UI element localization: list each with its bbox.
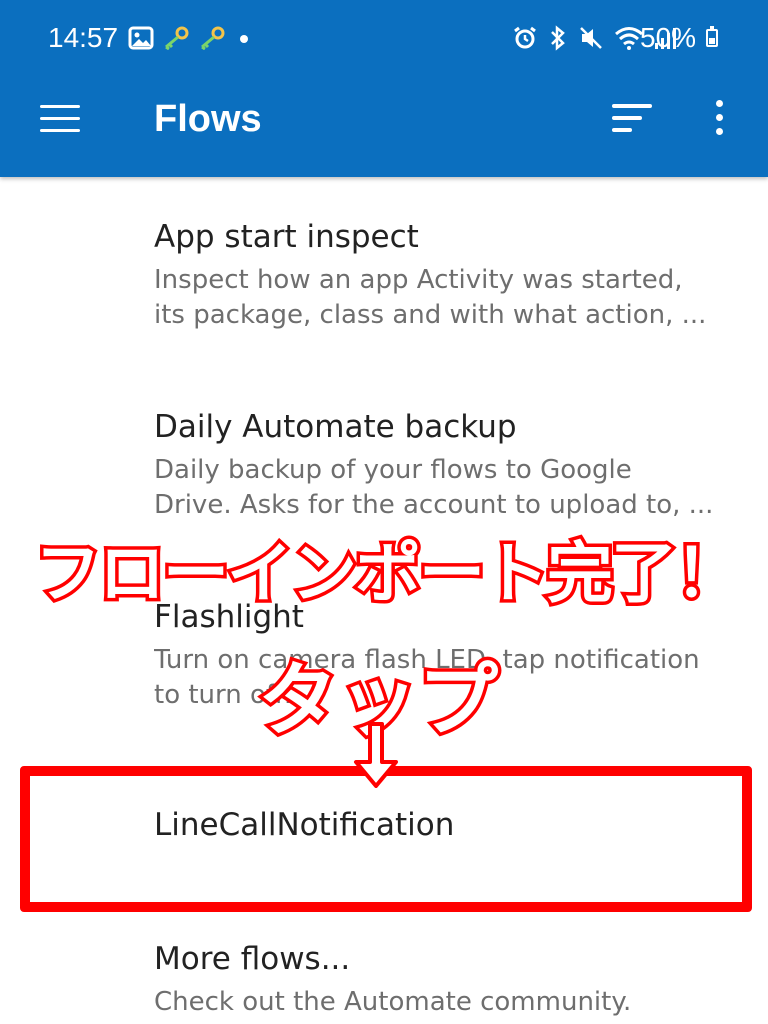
app-bar: 14:57 50% Flows bbox=[0, 0, 768, 177]
key-icon bbox=[201, 26, 225, 50]
arrow-down-icon bbox=[354, 722, 398, 788]
dot-icon bbox=[240, 35, 248, 43]
alarm-icon bbox=[514, 26, 536, 49]
menu-icon[interactable] bbox=[40, 104, 80, 134]
flow-description: Inspect how an app Activity was started,… bbox=[154, 265, 707, 330]
mute-icon bbox=[580, 27, 602, 49]
sort-icon[interactable] bbox=[612, 102, 652, 134]
overlay-headline: フローインポート完了！ bbox=[32, 532, 745, 616]
flow-name: App start inspect bbox=[154, 219, 419, 255]
status-bar: 14:57 50% bbox=[0, 0, 768, 78]
more-vert-icon[interactable] bbox=[712, 100, 728, 136]
flow-description: Daily backup of your flows to Google Dri… bbox=[154, 455, 714, 520]
flow-item-more-flows[interactable]: More flows... Check out the Automate com… bbox=[0, 917, 768, 1024]
key-icon bbox=[165, 26, 189, 50]
status-left-icons bbox=[128, 24, 252, 52]
page-title: Flows bbox=[154, 98, 262, 140]
bluetooth-icon bbox=[551, 25, 565, 51]
gallery-icon bbox=[128, 26, 154, 50]
battery-icon bbox=[706, 26, 718, 47]
battery-percent: 50% bbox=[640, 22, 697, 53]
flow-item-app-start-inspect[interactable]: App start inspect Inspect how an app Act… bbox=[0, 177, 768, 367]
status-time: 14:57 bbox=[48, 22, 119, 53]
flow-description: Check out the Automate community. bbox=[154, 987, 632, 1017]
flow-name: More flows... bbox=[154, 941, 351, 977]
flow-name: Daily Automate backup bbox=[154, 409, 517, 445]
